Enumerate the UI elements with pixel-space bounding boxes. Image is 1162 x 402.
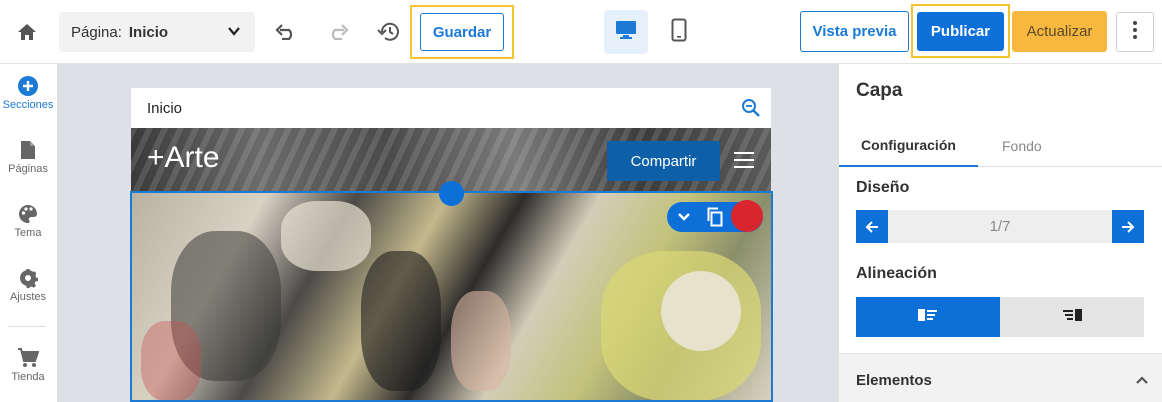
sidebar-item-ajustes[interactable]: Ajustes bbox=[0, 268, 56, 303]
align-left-button[interactable] bbox=[856, 297, 1000, 337]
palette-icon bbox=[0, 204, 56, 224]
arrow-left-icon[interactable] bbox=[856, 210, 888, 243]
sidebar-item-tema[interactable]: Tema bbox=[0, 204, 56, 239]
tab-configuracion[interactable]: Configuración bbox=[839, 124, 978, 167]
page-selector[interactable]: Página: Inicio bbox=[59, 12, 255, 52]
left-sidebar: Secciones Páginas Tema Ajustes Tienda bbox=[0, 64, 58, 402]
desktop-icon bbox=[615, 20, 637, 45]
mobile-view-button[interactable] bbox=[664, 16, 694, 48]
more-options-button[interactable] bbox=[1116, 12, 1154, 52]
arrow-right-icon[interactable] bbox=[1112, 210, 1144, 243]
elements-section-header[interactable]: Elementos bbox=[839, 353, 1162, 402]
chevron-down-icon bbox=[227, 24, 241, 42]
alignment-label: Alineación bbox=[856, 265, 937, 282]
align-right-button[interactable] bbox=[1000, 297, 1144, 337]
design-label: Diseño bbox=[856, 179, 910, 196]
sidebar-item-label: Páginas bbox=[8, 163, 48, 175]
tab-fondo[interactable]: Fondo bbox=[1002, 124, 1042, 167]
sidebar-item-label: Ajustes bbox=[9, 291, 47, 303]
update-button[interactable]: Actualizar bbox=[1012, 11, 1107, 52]
zoom-icon[interactable] bbox=[741, 98, 761, 122]
drag-handle[interactable] bbox=[439, 181, 464, 206]
chevron-down-icon[interactable] bbox=[669, 202, 699, 232]
save-button[interactable]: Guardar bbox=[420, 13, 504, 51]
design-pager: 1/7 bbox=[856, 210, 1144, 243]
elements-label: Elementos bbox=[856, 372, 932, 389]
top-toolbar: Página: Inicio Guardar Vista previa Publ… bbox=[0, 0, 1162, 64]
page-icon bbox=[0, 140, 56, 160]
gear-icon bbox=[0, 268, 56, 288]
undo-icon[interactable] bbox=[272, 18, 300, 46]
panel-title: Capa bbox=[856, 80, 903, 101]
sidebar-item-label: Tema bbox=[14, 227, 42, 239]
panel-tabs: Configuración Fondo bbox=[839, 124, 1162, 167]
sidebar-item-secciones[interactable]: Secciones bbox=[0, 76, 56, 111]
sidebar-item-label: Secciones bbox=[2, 99, 54, 111]
home-icon[interactable] bbox=[14, 19, 40, 45]
publish-highlight: Publicar bbox=[911, 4, 1010, 58]
history-icon[interactable] bbox=[375, 18, 403, 46]
page-selector-label: Página: bbox=[71, 23, 122, 41]
add-circle-icon bbox=[0, 76, 56, 96]
redo-icon[interactable] bbox=[324, 18, 352, 46]
mobile-icon bbox=[671, 18, 687, 47]
publish-button[interactable]: Publicar bbox=[917, 12, 1004, 51]
duplicate-icon[interactable] bbox=[700, 202, 730, 232]
sidebar-item-paginas[interactable]: Páginas bbox=[0, 140, 56, 175]
alignment-toggle bbox=[856, 297, 1144, 337]
sidebar-item-tienda[interactable]: Tienda bbox=[0, 348, 56, 383]
chevron-up-icon bbox=[1135, 372, 1149, 390]
save-highlight: Guardar bbox=[410, 5, 514, 59]
preview-page-title: Inicio bbox=[147, 99, 183, 117]
preview-title-bar: Inicio bbox=[131, 88, 771, 128]
properties-panel: Capa Configuración Fondo Diseño 1/7 Alin… bbox=[838, 64, 1162, 402]
desktop-view-button[interactable] bbox=[604, 10, 648, 54]
preview-button[interactable]: Vista previa bbox=[800, 11, 909, 52]
share-button[interactable]: Compartir bbox=[607, 141, 720, 181]
page-selector-value: Inicio bbox=[128, 23, 169, 41]
sidebar-divider bbox=[8, 326, 46, 327]
align-left-icon bbox=[918, 308, 938, 326]
delete-section-button[interactable] bbox=[731, 200, 763, 232]
cart-icon bbox=[0, 348, 56, 368]
design-page-indicator: 1/7 bbox=[989, 218, 1011, 235]
more-vertical-icon bbox=[1133, 20, 1137, 44]
align-right-icon bbox=[1062, 308, 1082, 326]
site-preview-canvas: Inicio +Arte Compartir bbox=[131, 88, 771, 402]
sidebar-item-label: Tienda bbox=[11, 371, 45, 383]
menu-icon[interactable] bbox=[734, 152, 754, 173]
site-logo[interactable]: +Arte bbox=[147, 141, 220, 175]
